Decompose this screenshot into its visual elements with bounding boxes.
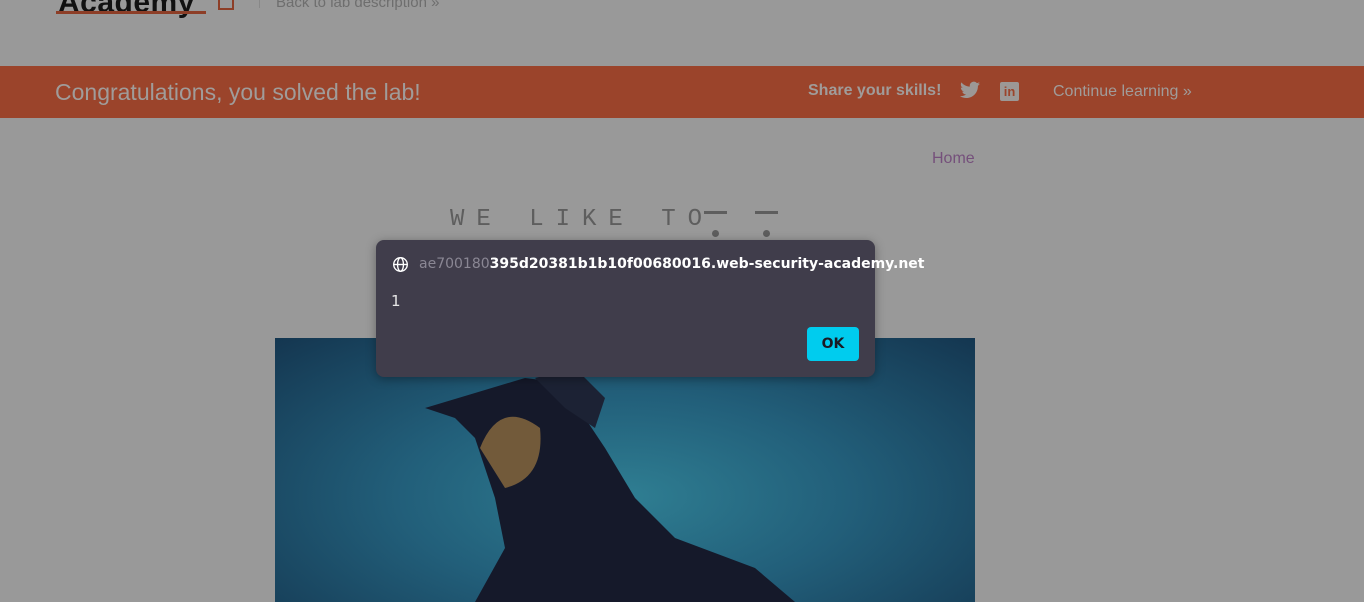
back-to-lab-link[interactable]: Back to lab description » [276,0,439,11]
academy-logo[interactable]: Academy [58,0,195,20]
origin-faded: ae700180 [419,256,490,272]
logo-mark-icon [218,0,234,10]
share-label: Share your skills! [808,82,942,99]
logo-underline [56,11,206,14]
congrats-message: Congratulations, you solved the lab! [55,79,421,105]
continue-learning-link[interactable]: Continue learning » [1053,83,1192,101]
linkedin-icon[interactable]: in [1000,82,1019,101]
alert-dialog: ae700180395d20381b1b10f00680016.web-secu… [376,240,925,377]
blog-slogan: WE LIKE TO [450,206,715,233]
nav-home-link[interactable]: Home [932,150,975,168]
logo-dot [712,230,719,237]
logo-dot [763,230,770,237]
origin-main: 395d20381b1b10f00680016.web-security-aca… [489,256,925,272]
twitter-icon[interactable] [960,81,980,99]
logo-bar [704,211,727,214]
divider [259,0,260,8]
site-header: Academy Back to lab description » [0,0,1364,66]
dancer-figure [425,368,795,602]
blog-hero-image [275,338,975,602]
ok-button[interactable]: OK [807,327,859,361]
dialog-origin: ae700180395d20381b1b10f00680016.web-secu… [419,256,925,272]
dialog-message: 1 [391,292,401,310]
solved-banner: Congratulations, you solved the lab! Sha… [0,66,1364,118]
logo-bar [755,211,778,214]
globe-icon [393,257,408,272]
